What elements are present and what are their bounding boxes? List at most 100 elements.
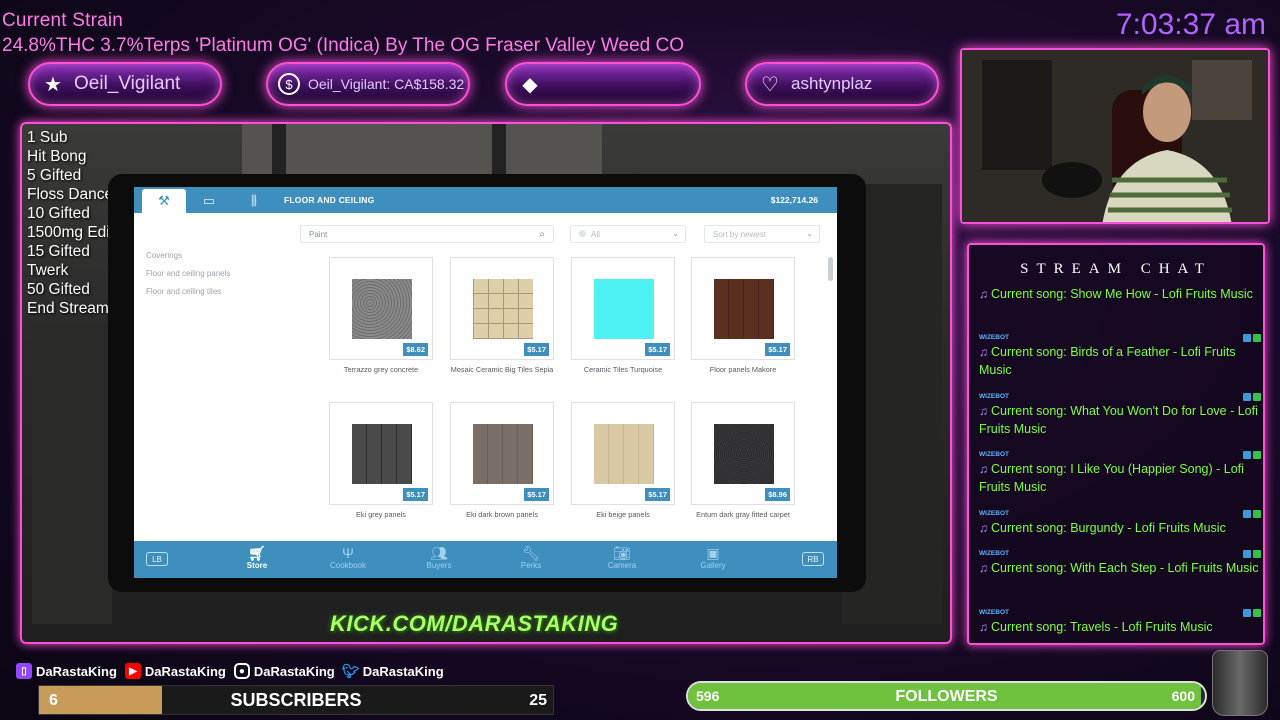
alert-bits: ◆ bbox=[505, 62, 701, 106]
music-note-icon: ♫ bbox=[979, 345, 988, 359]
store-item[interactable]: $5.17 bbox=[329, 402, 433, 505]
music-note-icon: ♫ bbox=[979, 404, 988, 418]
diamond-icon: ◆ bbox=[522, 73, 538, 96]
item-name: Entum dark gray fitted carpet bbox=[696, 510, 790, 519]
store-item[interactable]: $5.17 bbox=[571, 402, 675, 505]
alert-text: Oeil_Vigilant: CA$158.32 bbox=[308, 76, 465, 92]
item-name: Eki grey panels bbox=[356, 510, 406, 519]
strain-title: Current Strain bbox=[2, 10, 124, 31]
social-twitter[interactable]: 🐦︎ DaRastaKing bbox=[341, 662, 444, 679]
balance: $122,714.26 bbox=[770, 195, 818, 205]
music-note-icon: ♫ bbox=[979, 287, 988, 301]
hammer-icon: ⚒ bbox=[158, 193, 170, 208]
sofa-icon: ▭ bbox=[202, 193, 216, 208]
twitter-icon: 🐦︎ bbox=[341, 662, 360, 679]
sort-select[interactable]: Sort by newest ⌄ bbox=[704, 225, 820, 243]
store-item[interactable]: $5.17 bbox=[571, 257, 675, 360]
item-swatch bbox=[352, 279, 412, 339]
chat-message: WIZEBOT ♫ Current song: Travels - Lofi Fr… bbox=[979, 609, 1261, 636]
category-floor-ceiling-panels[interactable]: Floor and ceiling panels bbox=[146, 265, 231, 283]
social-handle: DaRastaKing bbox=[144, 663, 226, 679]
nav-label: Buyers bbox=[426, 561, 452, 570]
item-swatch bbox=[594, 424, 654, 484]
search-icon[interactable]: ⌕ bbox=[534, 227, 550, 241]
chat-text: Current song: Travels - Lofi Fruits Musi… bbox=[991, 620, 1213, 634]
image-icon: ▣ bbox=[706, 545, 720, 561]
tab-fence[interactable]: ⫼ bbox=[232, 189, 276, 213]
stream-chat: STREAM CHAT ♫ Current song: Show Me How -… bbox=[967, 243, 1265, 645]
store-item[interactable]: $5.17 bbox=[450, 402, 554, 505]
social-links: ▯ DaRastaKing ▶ DaRastaKing ● DaRastaKing 🐦… bbox=[16, 663, 452, 679]
filter-select[interactable]: All ⌄ bbox=[570, 225, 686, 243]
chat-text: Current song: What You Won't Do for Love… bbox=[979, 404, 1258, 436]
chevron-down-icon: ⌄ bbox=[672, 229, 679, 238]
store-item[interactable]: $5.17 bbox=[691, 257, 795, 360]
scrollbar[interactable] bbox=[828, 257, 833, 281]
nav-gallery[interactable]: ▣ Gallery bbox=[683, 545, 743, 570]
social-instagram[interactable]: ● DaRastaKing bbox=[233, 663, 335, 679]
music-note-icon: ♫ bbox=[979, 462, 988, 476]
fence-icon: ⫼ bbox=[251, 193, 257, 208]
tab-tools[interactable]: ⚒ bbox=[142, 189, 186, 213]
social-handle: DaRastaKing bbox=[362, 663, 444, 679]
tip-jar bbox=[1212, 650, 1268, 716]
social-twitch[interactable]: ▯ DaRastaKing bbox=[16, 663, 117, 679]
chat-message: ♫ Current song: Show Me How - Lofi Fruits… bbox=[979, 285, 1261, 303]
nav-label: Camera bbox=[607, 561, 637, 570]
item-swatch bbox=[473, 424, 533, 484]
instagram-icon: ● bbox=[233, 663, 250, 679]
social-youtube[interactable]: ▶ DaRastaKing bbox=[124, 663, 226, 679]
chat-message: WIZEBOT ♫ Current song: Birds of a Feathe… bbox=[979, 334, 1261, 379]
alert-text: ashtynplaz bbox=[791, 74, 873, 93]
store-item[interactable]: $8.62 bbox=[329, 257, 433, 360]
chevron-down-icon: ⌄ bbox=[806, 229, 813, 238]
chat-text: Current song: With Each Step - Lofi Frui… bbox=[991, 561, 1259, 575]
social-handle: DaRastaKing bbox=[253, 663, 335, 679]
item-price: $5.17 bbox=[765, 343, 790, 356]
music-note-icon: ♫ bbox=[979, 620, 988, 634]
item-name: Ceramic Tiles Turquoise bbox=[583, 365, 663, 374]
user-badges bbox=[1241, 334, 1261, 344]
chat-user: WIZEBOT bbox=[979, 393, 1009, 400]
bottom-nav: LB 🛒︎ Store Ψ Cookbook 👥︎ Buyers 🔧︎ Perks 📷︎… bbox=[134, 541, 837, 578]
alert-donation: $ Oeil_Vigilant: CA$158.32 bbox=[266, 62, 470, 106]
tab-furniture[interactable]: ▭ bbox=[187, 189, 231, 213]
store-header: ⚒ ▭ ⫼ FLOOR AND CEILING $122,714.26 bbox=[134, 187, 837, 213]
user-badges bbox=[1241, 451, 1261, 461]
item-price: $8.62 bbox=[403, 343, 428, 356]
item-price: $5.17 bbox=[645, 343, 670, 356]
chat-message: WIZEBOT ♫ Current song: I Like You (Happi… bbox=[979, 451, 1261, 496]
item-name: Eki beige panels bbox=[596, 510, 650, 519]
item-price: $5.17 bbox=[645, 488, 670, 501]
category-coverings[interactable]: Coverings bbox=[146, 247, 231, 265]
youtube-icon: ▶ bbox=[124, 663, 141, 679]
nav-camera[interactable]: 📷︎ Camera bbox=[592, 545, 652, 570]
chat-user: WIZEBOT bbox=[979, 510, 1009, 517]
user-badges bbox=[1241, 510, 1261, 520]
section-title: FLOOR AND CEILING bbox=[284, 195, 375, 205]
chat-text: Current song: Show Me How - Lofi Fruits … bbox=[991, 287, 1253, 301]
rb-button[interactable]: RB bbox=[802, 552, 824, 566]
chat-title: STREAM CHAT bbox=[1020, 261, 1212, 277]
user-badges bbox=[1241, 550, 1261, 560]
social-handle: DaRastaKing bbox=[36, 663, 117, 679]
search-input[interactable]: Paint bbox=[300, 225, 554, 243]
item-swatch bbox=[714, 279, 774, 339]
chat-user: WIZEBOT bbox=[979, 451, 1009, 458]
subscriber-label: SUBSCRIBERS bbox=[230, 690, 362, 710]
category-floor-ceiling-tiles[interactable]: Floor and ceiling tiles bbox=[146, 283, 231, 301]
follower-goal: 600 bbox=[1171, 688, 1195, 704]
nav-buyers[interactable]: 👥︎ Buyers bbox=[409, 545, 469, 570]
nav-cookbook[interactable]: Ψ Cookbook bbox=[318, 545, 378, 570]
webcam-feed bbox=[960, 48, 1270, 224]
lb-button[interactable]: LB bbox=[146, 552, 168, 566]
nav-perks[interactable]: 🔧︎ Perks bbox=[501, 545, 561, 570]
store-item[interactable]: $8.96 bbox=[691, 402, 795, 505]
store-item[interactable]: $5.17 bbox=[450, 257, 554, 360]
star-icon: ★ bbox=[44, 73, 62, 96]
nav-label: Gallery bbox=[700, 561, 726, 570]
nav-store[interactable]: 🛒︎ Store bbox=[227, 545, 287, 570]
tablet-screen: ⚒ ▭ ⫼ FLOOR AND CEILING $122,714.26 Cove… bbox=[134, 187, 837, 578]
category-list: Coverings Floor and ceiling panels Floor… bbox=[146, 247, 231, 301]
chat-message: WIZEBOT ♫ Current song: With Each Step - … bbox=[979, 550, 1261, 577]
